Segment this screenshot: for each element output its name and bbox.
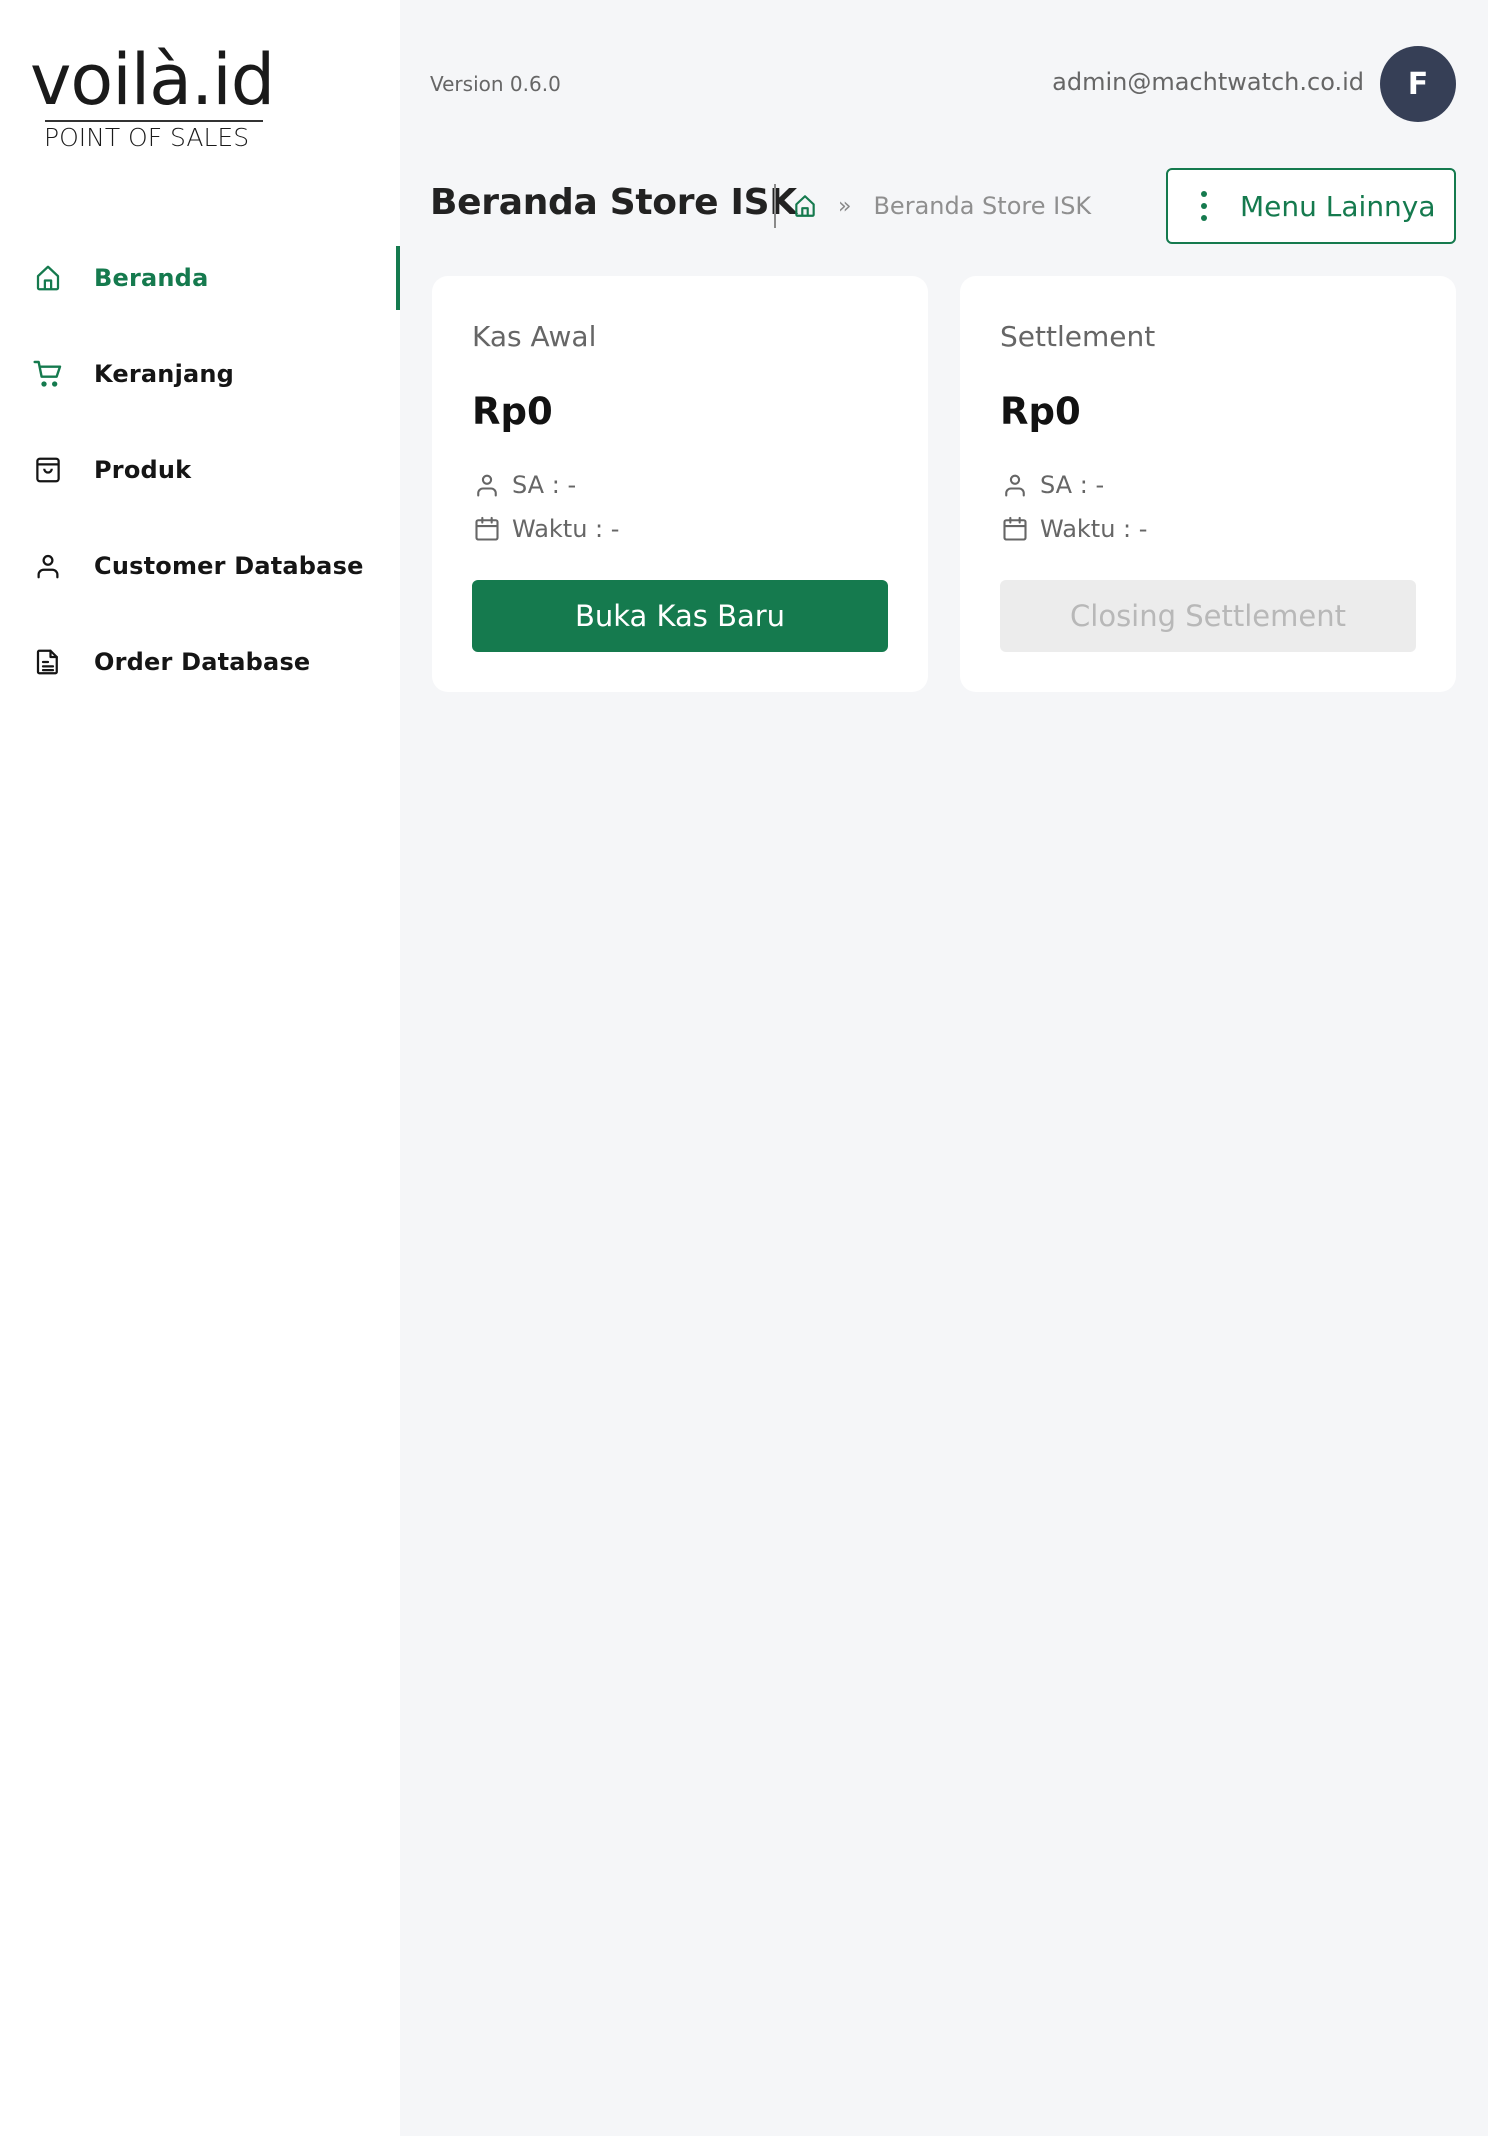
more-menu-button[interactable]: Menu Lainnya	[1166, 168, 1456, 244]
sidebar-item-produk[interactable]: Produk	[0, 422, 400, 518]
title-divider	[774, 184, 776, 228]
user-icon	[472, 470, 502, 500]
avatar-initial: F	[1407, 66, 1429, 102]
kas-awal-card: Kas Awal Rp0 SA : - Waktu : - Buka Kas B…	[432, 276, 928, 692]
home-icon	[32, 262, 64, 294]
more-vertical-icon	[1198, 191, 1210, 221]
sidebar-item-customer-database[interactable]: Customer Database	[0, 518, 400, 614]
card-sa-row: SA : -	[1000, 470, 1104, 500]
calendar-icon	[472, 514, 502, 544]
buka-kas-baru-button[interactable]: Buka Kas Baru	[472, 580, 888, 652]
card-time-row: Waktu : -	[1000, 514, 1147, 544]
sidebar-item-label: Beranda	[94, 264, 209, 292]
document-icon	[32, 646, 64, 678]
sidebar-item-label: Keranjang	[94, 360, 235, 388]
breadcrumb-current: Beranda Store ISK	[873, 192, 1092, 220]
settlement-card: Settlement Rp0 SA : - Waktu : - Closing …	[960, 276, 1456, 692]
logo-tagline: POINT OF SALES	[44, 123, 250, 152]
more-menu-label: Menu Lainnya	[1240, 189, 1436, 223]
user-icon	[32, 550, 64, 582]
card-time-row: Waktu : -	[472, 514, 619, 544]
card-sa-value: SA : -	[1040, 471, 1105, 499]
card-amount: Rp0	[472, 390, 553, 433]
sidebar-item-label: Customer Database	[94, 552, 364, 580]
cart-icon	[32, 358, 64, 390]
page-title: Beranda Store ISK	[430, 182, 797, 223]
user-icon	[1000, 470, 1030, 500]
user-email: admin@machtwatch.co.id	[1052, 68, 1364, 96]
breadcrumb: » Beranda Store ISK	[790, 188, 1091, 224]
card-time-value: Waktu : -	[1040, 515, 1148, 543]
sidebar-item-label: Order Database	[94, 648, 311, 676]
sidebar-item-order-database[interactable]: Order Database	[0, 614, 400, 710]
sidebar-nav: Beranda Keranjang Produk Customer Databa…	[0, 230, 400, 710]
card-time-value: Waktu : -	[512, 515, 620, 543]
sidebar-item-label: Produk	[94, 456, 192, 484]
sidebar: voilà.id POINT OF SALES Beranda Keranjan…	[0, 0, 400, 2136]
card-sa-row: SA : -	[472, 470, 576, 500]
brand-logo[interactable]: voilà.id POINT OF SALES	[30, 40, 290, 154]
card-title: Kas Awal	[472, 320, 597, 353]
card-sa-value: SA : -	[512, 471, 577, 499]
sidebar-item-keranjang[interactable]: Keranjang	[0, 326, 400, 422]
shopping-bag-icon	[32, 454, 64, 486]
logo-wordmark: voilà.id	[30, 39, 275, 121]
card-title: Settlement	[1000, 320, 1156, 353]
breadcrumb-separator-icon: »	[838, 193, 852, 219]
avatar[interactable]: F	[1380, 46, 1456, 122]
card-amount: Rp0	[1000, 390, 1081, 433]
app-version: Version 0.6.0	[430, 72, 561, 96]
sidebar-item-beranda[interactable]: Beranda	[0, 230, 400, 326]
closing-settlement-button[interactable]: Closing Settlement	[1000, 580, 1416, 652]
calendar-icon	[1000, 514, 1030, 544]
breadcrumb-home-icon[interactable]	[790, 191, 820, 221]
